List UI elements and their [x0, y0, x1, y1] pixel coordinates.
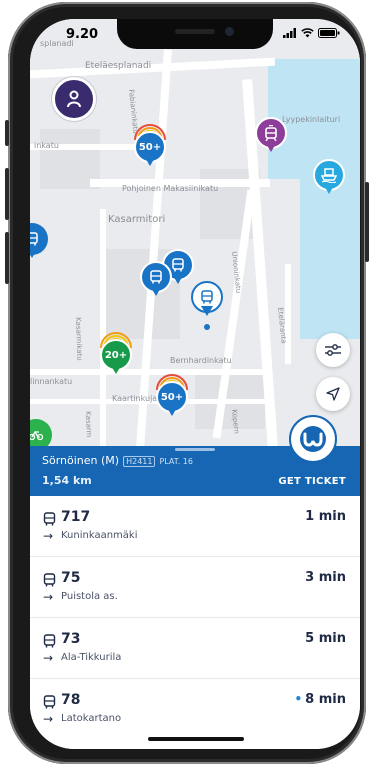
bus-icon — [150, 270, 162, 284]
map-label-etelaesplanadi: Eteläesplanadi — [85, 61, 152, 71]
departure-eta: 1 min — [305, 509, 346, 524]
screen: 9.20 splanadi Eteläesplanadi Fabianinkat… — [30, 19, 360, 749]
filter-icon — [325, 344, 341, 356]
map-view[interactable]: splanadi Eteläesplanadi Fabianinkatu Lyy… — [30, 19, 360, 446]
tram-stop-pin[interactable] — [255, 117, 287, 157]
arrow-right-icon: → — [43, 651, 54, 665]
departure-eta: • 8 min — [294, 692, 347, 707]
app-logo-button[interactable] — [289, 415, 337, 463]
map-label-kaartinkuja: Kaartinkuja — [112, 394, 158, 403]
notch — [117, 19, 273, 49]
phone-frame: 9.20 splanadi Eteläesplanadi Fabianinkat… — [5, 2, 369, 764]
route-number: 73 — [61, 631, 81, 647]
map-label-bernhardinkatu: Bernhardinkatu — [170, 356, 232, 365]
stop-name: Sörnöinen (M) — [42, 454, 120, 467]
map-label-kasarmitori: Kasarmitori — [108, 214, 166, 225]
departure-row[interactable]: 73 → Ala-Tikkurila 5 min — [30, 618, 360, 679]
bike-icon — [30, 430, 43, 441]
route-destination: Ala-Tikkurila — [61, 652, 122, 663]
map-label-linnankatu: linnankatu — [30, 377, 73, 386]
profile-button[interactable] — [52, 77, 96, 121]
status-time: 9.20 — [66, 27, 99, 42]
map-label-kasarmi-short: Kasarm — [84, 411, 93, 438]
volume-down-button — [5, 232, 9, 284]
volume-up-button — [5, 168, 9, 220]
ferry-stop-pin[interactable] — [313, 159, 345, 199]
bus-stop-pin[interactable] — [140, 261, 172, 301]
map-label-kasarmikatu: Kasarmikatu — [74, 317, 84, 361]
map-label-pohjoinen-makasiinikatu: Pohjoinen Makasiinikatu — [122, 184, 219, 193]
bus-icon — [201, 290, 213, 304]
drag-handle[interactable] — [175, 448, 215, 451]
street — [30, 369, 270, 375]
locate-button[interactable] — [316, 377, 350, 411]
route-destination: Kuninkaanmäki — [61, 530, 138, 541]
bike-pin[interactable] — [30, 419, 52, 446]
bus-icon — [172, 258, 184, 272]
battery-icon — [318, 28, 340, 38]
route-number: 717 — [61, 509, 91, 525]
route-destination: Puistola as. — [61, 591, 118, 602]
wifi-icon — [301, 28, 314, 38]
avatar-icon — [67, 90, 81, 108]
route-number: 78 — [61, 692, 81, 708]
departure-eta: 3 min — [305, 570, 346, 585]
street — [30, 57, 276, 79]
platform-label: PLAT. 16 — [159, 457, 193, 466]
ferry-icon — [321, 168, 337, 183]
route-number: 75 — [61, 570, 81, 586]
bus-icon — [43, 512, 56, 526]
app-logo-icon — [300, 426, 326, 452]
bus-stop-pin[interactable] — [30, 223, 48, 263]
bus-icon — [30, 232, 38, 246]
departure-eta: 5 min — [305, 631, 346, 646]
stop-code: H2411 — [123, 456, 156, 467]
departure-row[interactable]: 717 → Kuninkaanmäki 1 min — [30, 496, 360, 557]
stop-info: Sörnöinen (M) H2411 PLAT. 16 — [42, 454, 193, 467]
realtime-indicator-icon: • — [294, 692, 303, 706]
mute-switch — [5, 120, 9, 146]
locate-icon — [326, 387, 340, 401]
arrow-right-icon: → — [43, 712, 54, 726]
street — [100, 209, 106, 446]
signal-icon — [283, 28, 296, 38]
departure-row[interactable]: 78 → Latokartano • 8 min — [30, 679, 360, 739]
current-location-dot — [204, 324, 210, 330]
departure-row[interactable]: 75 → Puistola as. 3 min — [30, 557, 360, 618]
map-label-inkatu: inkatu — [34, 141, 59, 150]
bike-station-pin[interactable]: 20+ — [100, 332, 132, 379]
bus-icon — [43, 573, 56, 587]
filter-button[interactable] — [316, 333, 350, 367]
arrow-right-icon: → — [43, 590, 54, 604]
bus-icon — [43, 695, 56, 709]
stop-distance: 1,54 km — [42, 474, 92, 487]
bike-station-pin[interactable]: 50+ — [156, 374, 188, 421]
arrow-right-icon: → — [43, 529, 54, 543]
get-ticket-button[interactable]: GET TICKET — [278, 476, 346, 487]
selected-bus-stop-pin[interactable] — [191, 281, 223, 321]
home-indicator[interactable] — [148, 737, 244, 741]
harbor-water-south — [300, 179, 360, 339]
tram-icon — [265, 125, 277, 141]
bike-station-pin[interactable]: 50+ — [134, 124, 166, 171]
bus-icon — [43, 634, 56, 648]
route-destination: Latokartano — [61, 713, 122, 724]
power-button — [365, 182, 369, 262]
map-label-lyypekinlaituri: Lyypekinlaituri — [282, 115, 341, 124]
departures-list: 717 → Kuninkaanmäki 1 min 75 → Puistola … — [30, 496, 360, 749]
street — [285, 264, 291, 364]
status-icons — [283, 28, 340, 38]
